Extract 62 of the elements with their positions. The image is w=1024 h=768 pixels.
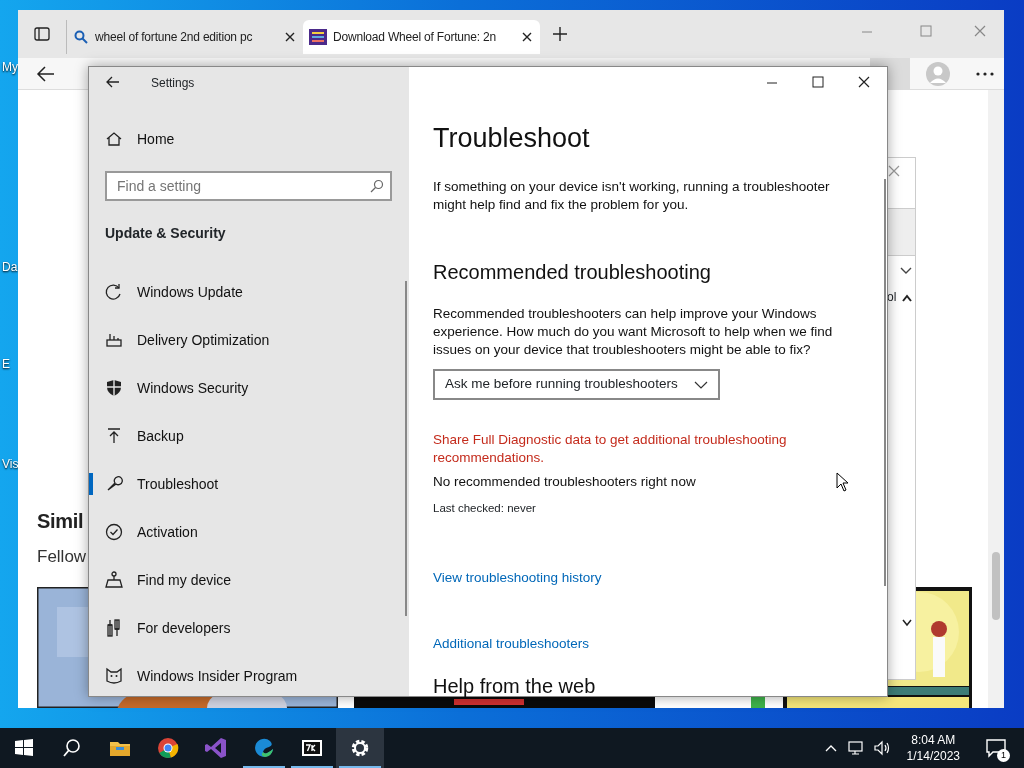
scroll-thumb[interactable] xyxy=(992,552,1000,620)
shield-icon xyxy=(105,379,123,397)
paragraph: If something on your device isn't working, running a troubleshooter might help find and fix the problem for you. xyxy=(433,178,831,214)
nav-item[interactable]: Activation xyxy=(89,508,409,556)
notification-button[interactable]: 1 xyxy=(976,728,1016,768)
chevron-down-icon[interactable] xyxy=(899,266,913,276)
cat-icon xyxy=(105,667,123,685)
caption: Last checked: never xyxy=(433,501,537,516)
link[interactable]: View troubleshooting history xyxy=(433,570,602,585)
scrollbar[interactable] xyxy=(988,90,1004,708)
upload-icon xyxy=(105,427,123,445)
status-text: No recommended troubleshooters right now xyxy=(433,473,696,491)
chart-icon xyxy=(105,331,123,349)
message-icon xyxy=(985,738,1007,758)
page-title: Troubleshoot xyxy=(433,122,591,155)
nav-item[interactable]: Home xyxy=(89,115,409,163)
dropdown[interactable]: Ask me before running troubleshooters xyxy=(433,369,720,400)
scroll-down-icon[interactable] xyxy=(901,618,913,628)
notification-count: 1 xyxy=(997,749,1010,762)
diagnostic-link[interactable]: Share Full Diagnostic data to get additional troubleshooting recommendations. xyxy=(433,431,833,467)
section-heading: Help from the web xyxy=(433,674,597,699)
nav-item[interactable]: Delivery Optimization xyxy=(89,316,409,364)
section-heading: Recommended troubleshooting xyxy=(433,260,712,285)
link[interactable]: Additional troubleshooters xyxy=(433,636,590,651)
panel-text: ol xyxy=(887,289,897,306)
visual-studio-icon[interactable] xyxy=(204,736,228,760)
cursor-icon xyxy=(836,472,850,492)
nav-item[interactable]: Troubleshoot xyxy=(89,460,409,508)
heading: Simil xyxy=(37,509,84,534)
edge-icon[interactable] xyxy=(252,736,276,760)
nav-item[interactable]: Windows Update xyxy=(89,268,409,316)
close-icon[interactable] xyxy=(283,30,297,44)
site-icon xyxy=(309,29,327,45)
text: Fellow xyxy=(37,546,87,568)
scrollbar[interactable] xyxy=(405,281,407,616)
nav-item[interactable]: For developers xyxy=(89,604,409,652)
refresh-icon xyxy=(105,283,123,301)
scrollbar[interactable] xyxy=(884,179,886,586)
check-icon xyxy=(105,523,123,541)
window-title: Settings xyxy=(151,75,195,92)
search-field[interactable]: Find a setting xyxy=(105,171,392,201)
chevron-down-icon xyxy=(694,379,708,390)
section-heading: Update & Security xyxy=(105,224,227,243)
clock[interactable]: 8:04 AM 1/14/2023 xyxy=(898,732,968,764)
wrench-icon xyxy=(105,475,123,493)
nav-item[interactable]: Find my device xyxy=(89,556,409,604)
nav-item[interactable]: Windows Insider Program xyxy=(89,652,409,700)
tab-title: wheel of fortune 2nd edition pc xyxy=(95,29,254,46)
paragraph: Recommended troubleshooters can help improve your Windows experience. How much do you want Microsoft to help when we find issues on your device that troubleshooters might be able to fix? xyxy=(433,305,834,359)
tab-title: Download Wheel of Fortune: 2n xyxy=(333,29,497,46)
browser-tab[interactable]: Download Wheel of Fortune: 2n xyxy=(303,20,540,54)
close-icon[interactable] xyxy=(520,30,534,44)
network-icon[interactable] xyxy=(846,740,865,756)
search-icon xyxy=(73,29,89,45)
person-icon xyxy=(105,571,123,589)
scroll-up-icon[interactable] xyxy=(901,293,913,303)
home-icon xyxy=(105,131,123,147)
tools-icon xyxy=(105,619,123,637)
chrome-icon[interactable] xyxy=(156,736,180,760)
nav-item[interactable]: Backup xyxy=(89,412,409,460)
volume-icon[interactable] xyxy=(872,740,891,756)
nav-item[interactable]: Windows Security xyxy=(89,364,409,412)
